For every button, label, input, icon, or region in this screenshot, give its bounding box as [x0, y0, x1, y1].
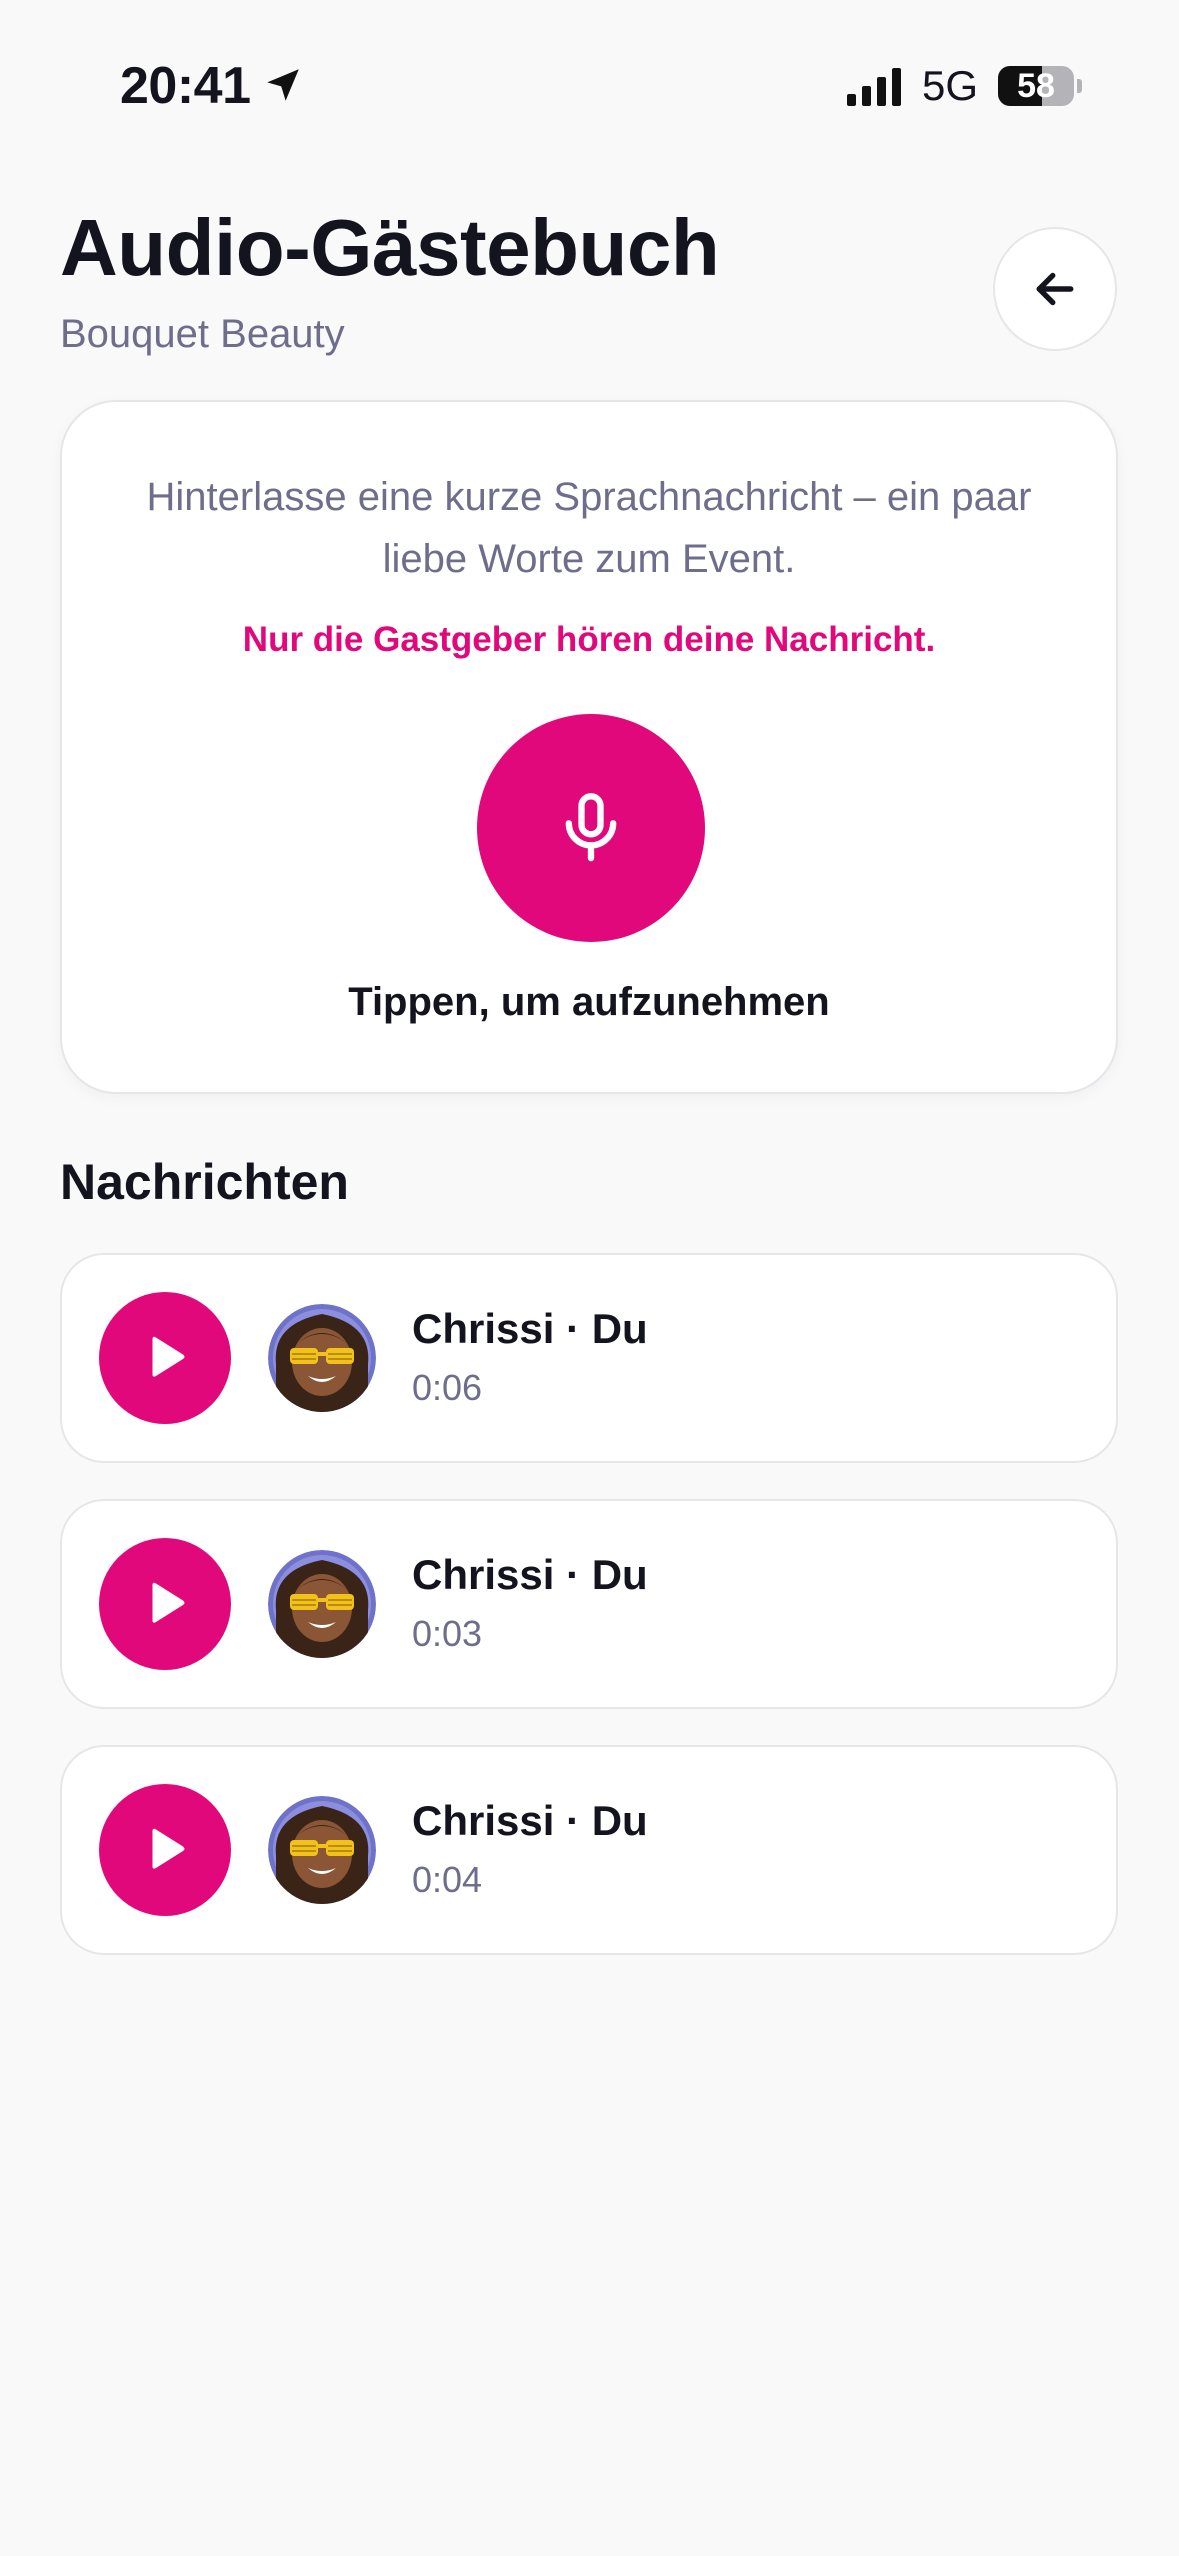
message-duration: 0:04 — [412, 1859, 483, 1900]
record-card: Hinterlasse eine kurze Sprachnachricht –… — [60, 400, 1118, 1094]
message-author: Chrissi · Du — [412, 1551, 648, 1598]
avatar — [268, 1304, 376, 1412]
play-button[interactable] — [99, 1784, 231, 1916]
record-instructions: Hinterlasse eine kurze Sprachnachricht –… — [146, 475, 1032, 581]
record-label: Tippen, um aufzunehmen — [348, 980, 830, 1024]
message-author: Chrissi · Du — [412, 1797, 648, 1844]
play-icon — [152, 1336, 185, 1377]
play-button[interactable] — [99, 1292, 231, 1424]
network-label: 5G — [922, 62, 979, 109]
avatar — [268, 1550, 376, 1658]
page-title: Audio-Gästebuch — [60, 203, 720, 292]
message-author: Chrissi · Du — [412, 1305, 648, 1352]
location-arrow-icon — [267, 69, 299, 101]
status-bar: 20:41 5G 58 — [0, 0, 1179, 150]
microphone-icon — [565, 793, 617, 862]
arrow-left-icon — [1036, 272, 1074, 306]
message-item: Chrissi · Du 0:03 — [60, 1499, 1118, 1709]
page-subtitle: Bouquet Beauty — [60, 312, 345, 356]
message-duration: 0:03 — [412, 1613, 483, 1654]
messages-section-title: Nachrichten — [60, 1154, 349, 1210]
memoji-avatar-icon — [268, 1796, 376, 1904]
battery-level: 58 — [1017, 67, 1055, 105]
message-duration: 0:06 — [412, 1367, 483, 1408]
record-button[interactable] — [477, 714, 705, 942]
privacy-note: Nur die Gastgeber hören deine Nachricht. — [242, 620, 936, 659]
battery-cap — [1077, 79, 1082, 93]
memoji-avatar-icon — [268, 1304, 376, 1412]
battery-icon: 58 — [998, 66, 1074, 106]
memoji-avatar-icon — [268, 1550, 376, 1658]
message-item: Chrissi · Du 0:06 — [60, 1253, 1118, 1463]
avatar — [268, 1796, 376, 1904]
cellular-signal-icon — [847, 68, 901, 106]
back-button[interactable] — [993, 227, 1117, 351]
play-icon — [152, 1582, 185, 1623]
play-button[interactable] — [99, 1538, 231, 1670]
message-item: Chrissi · Du 0:04 — [60, 1745, 1118, 1955]
play-icon — [152, 1828, 185, 1869]
message-list: Chrissi · Du 0:06 Chrissi · Du 0:03 Chri… — [60, 1253, 1118, 1991]
status-time: 20:41 — [120, 57, 251, 115]
